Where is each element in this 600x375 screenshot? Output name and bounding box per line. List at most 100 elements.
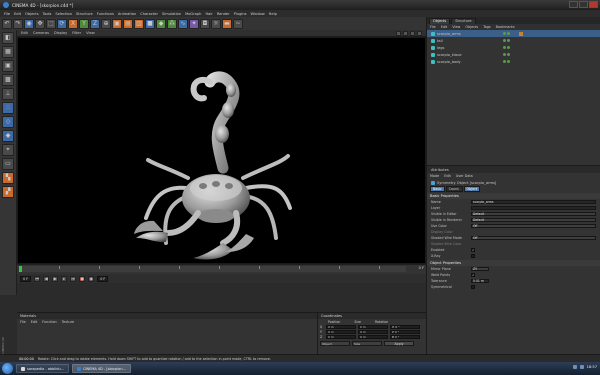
axis-mode-icon[interactable]: ⊥ bbox=[2, 88, 14, 100]
tab-structure[interactable]: Structure bbox=[451, 18, 476, 24]
x-axis-icon[interactable]: X bbox=[68, 18, 78, 29]
menu-mograph[interactable]: MoGraph bbox=[185, 12, 201, 16]
points-mode-icon[interactable]: ∴ bbox=[2, 102, 14, 114]
model-mode-icon[interactable]: ▦ bbox=[2, 46, 14, 58]
texture-mode-icon[interactable]: ▩ bbox=[2, 74, 14, 86]
render-settings-icon[interactable]: ▥ bbox=[134, 18, 144, 29]
position-z-field[interactable]: 0 m bbox=[326, 335, 356, 339]
attr-menu-user-data[interactable]: User Data bbox=[456, 174, 473, 178]
go-to-end-icon[interactable]: ⏭ bbox=[70, 275, 77, 282]
viewport-menu-view[interactable]: View bbox=[86, 31, 95, 35]
size-z-field[interactable]: 0 m bbox=[358, 335, 388, 339]
move-icon[interactable]: ✥ bbox=[35, 18, 45, 29]
previous-frame-icon[interactable]: ◀ bbox=[43, 275, 50, 282]
menu-objects[interactable]: Objects bbox=[25, 12, 39, 16]
om-menu-view[interactable]: View bbox=[452, 25, 460, 29]
undo-icon[interactable]: ↶ bbox=[2, 18, 12, 29]
menu-tools[interactable]: Tools bbox=[43, 12, 52, 16]
material-menu-texture[interactable]: Texture bbox=[62, 320, 74, 324]
render-view-icon[interactable]: ▣ bbox=[112, 18, 122, 29]
om-menu-file[interactable]: File bbox=[430, 25, 436, 29]
om-menu-tags[interactable]: Tags bbox=[483, 25, 491, 29]
position-x-field[interactable]: 0 m bbox=[326, 325, 356, 329]
menu-character[interactable]: Character bbox=[140, 12, 158, 16]
tab-coord[interactable]: Coord. bbox=[445, 186, 463, 192]
rotation-h-field[interactable]: H 0 ° bbox=[390, 325, 420, 329]
rotation-p-field[interactable]: P 0 ° bbox=[390, 330, 420, 334]
menu-selection[interactable]: Selection bbox=[55, 12, 72, 16]
viewport-zoom-icon[interactable] bbox=[403, 31, 408, 36]
visible-in-editor-dropdown[interactable]: Default bbox=[471, 212, 596, 216]
render-picture-viewer-icon[interactable]: ▤ bbox=[123, 18, 133, 29]
minimize-button[interactable] bbox=[569, 1, 578, 8]
scene-icon[interactable]: ✦ bbox=[189, 18, 199, 29]
mirror-plane-dropdown[interactable]: ZY bbox=[471, 267, 489, 271]
layer-field[interactable] bbox=[471, 206, 596, 210]
start-frame-field[interactable]: 0 F bbox=[20, 275, 32, 282]
position-y-field[interactable]: 0 m bbox=[326, 330, 356, 334]
name-field[interactable]: scorpio_arms bbox=[471, 200, 596, 204]
edges-mode-icon[interactable]: ◇ bbox=[2, 116, 14, 128]
shaded-wire-mode-dropdown[interactable]: Off bbox=[471, 236, 596, 240]
current-frame-field[interactable]: 0 F bbox=[97, 275, 109, 282]
viewport-move-icon[interactable] bbox=[396, 31, 401, 36]
clock[interactable]: 18:57 bbox=[587, 365, 597, 369]
spline-icon[interactable]: ~ bbox=[233, 18, 243, 29]
taskbar-item-browser[interactable]: sarapedia - abbildu... bbox=[16, 364, 70, 373]
material-menu-edit[interactable]: Edit bbox=[31, 320, 38, 324]
menu-hair[interactable]: Hair bbox=[205, 12, 212, 16]
start-button[interactable] bbox=[2, 363, 13, 374]
close-button[interactable] bbox=[589, 1, 598, 8]
material-menu-file[interactable]: File bbox=[20, 320, 26, 324]
make-editable-icon[interactable]: ◧ bbox=[2, 32, 14, 44]
menu-file[interactable]: File bbox=[4, 12, 10, 16]
taskbar-item-cinema4d[interactable]: CINEMA 4D - [skorpion... bbox=[72, 364, 131, 373]
attr-menu-edit[interactable]: Edit bbox=[444, 174, 451, 178]
cube-icon[interactable]: ■ bbox=[145, 18, 155, 29]
menu-edit[interactable]: Edit bbox=[14, 12, 21, 16]
menu-plugins[interactable]: Plugins bbox=[234, 12, 247, 16]
coordinate-system-icon[interactable]: ⊕ bbox=[101, 18, 111, 29]
object-mode-icon[interactable]: ▣ bbox=[2, 60, 14, 72]
size-mode-dropdown[interactable]: Size bbox=[352, 341, 382, 346]
play-icon[interactable]: ▶ bbox=[52, 275, 59, 282]
om-menu-objects[interactable]: Objects bbox=[465, 25, 478, 29]
y-axis-icon[interactable]: Y bbox=[79, 18, 89, 29]
tab-basic[interactable]: Basic bbox=[430, 186, 445, 192]
perspective-viewport[interactable] bbox=[17, 37, 426, 264]
menu-functions[interactable]: Functions bbox=[97, 12, 114, 16]
viewport-menu-display[interactable]: Display bbox=[54, 31, 67, 35]
size-x-field[interactable]: 0 m bbox=[358, 325, 388, 329]
visibility-flags[interactable] bbox=[503, 60, 510, 63]
deformer-icon[interactable]: ∿ bbox=[178, 18, 188, 29]
viewport-menu-filter[interactable]: Filter bbox=[72, 31, 81, 35]
maximize-button[interactable] bbox=[579, 1, 588, 8]
timeline-playhead[interactable] bbox=[19, 266, 22, 272]
visibility-flags[interactable] bbox=[503, 32, 510, 35]
viewport-menu-cameras[interactable]: Cameras bbox=[33, 31, 49, 35]
timeline-ruler[interactable]: 0 F bbox=[17, 264, 426, 274]
object-row-tail[interactable]: tail bbox=[427, 37, 600, 44]
menu-help[interactable]: Help bbox=[269, 12, 277, 16]
next-frame-icon[interactable]: ▸ bbox=[61, 275, 68, 282]
enabled-checkbox[interactable]: ✓ bbox=[471, 248, 475, 252]
rotate-icon[interactable]: ⟳ bbox=[57, 18, 67, 29]
viewport-maximize-icon[interactable] bbox=[417, 31, 422, 36]
weld-points-checkbox[interactable]: ✓ bbox=[471, 273, 475, 277]
om-menu-bookmarks[interactable]: Bookmarks bbox=[496, 25, 515, 29]
autokey-icon[interactable]: ◉ bbox=[88, 275, 95, 282]
array-icon[interactable]: ⁂ bbox=[167, 18, 177, 29]
viewport-menu-edit[interactable]: Edit bbox=[21, 31, 28, 35]
snap-icon[interactable]: ⌖ bbox=[2, 144, 14, 156]
size-y-field[interactable]: 0 m bbox=[358, 330, 388, 334]
object-row-scorpio-body[interactable]: scorpio_body bbox=[427, 58, 600, 65]
attr-menu-mode[interactable]: Mode bbox=[430, 174, 439, 178]
material-menu-function[interactable]: Function bbox=[42, 320, 56, 324]
record-icon[interactable]: ● bbox=[79, 275, 86, 282]
volume-icon[interactable] bbox=[579, 365, 584, 369]
visibility-flags[interactable] bbox=[503, 46, 510, 49]
phong-tag-icon[interactable] bbox=[519, 31, 523, 36]
visibility-flags[interactable] bbox=[503, 53, 510, 56]
om-menu-edit[interactable]: Edit bbox=[441, 25, 448, 29]
menu-simulation[interactable]: Simulation bbox=[162, 12, 181, 16]
